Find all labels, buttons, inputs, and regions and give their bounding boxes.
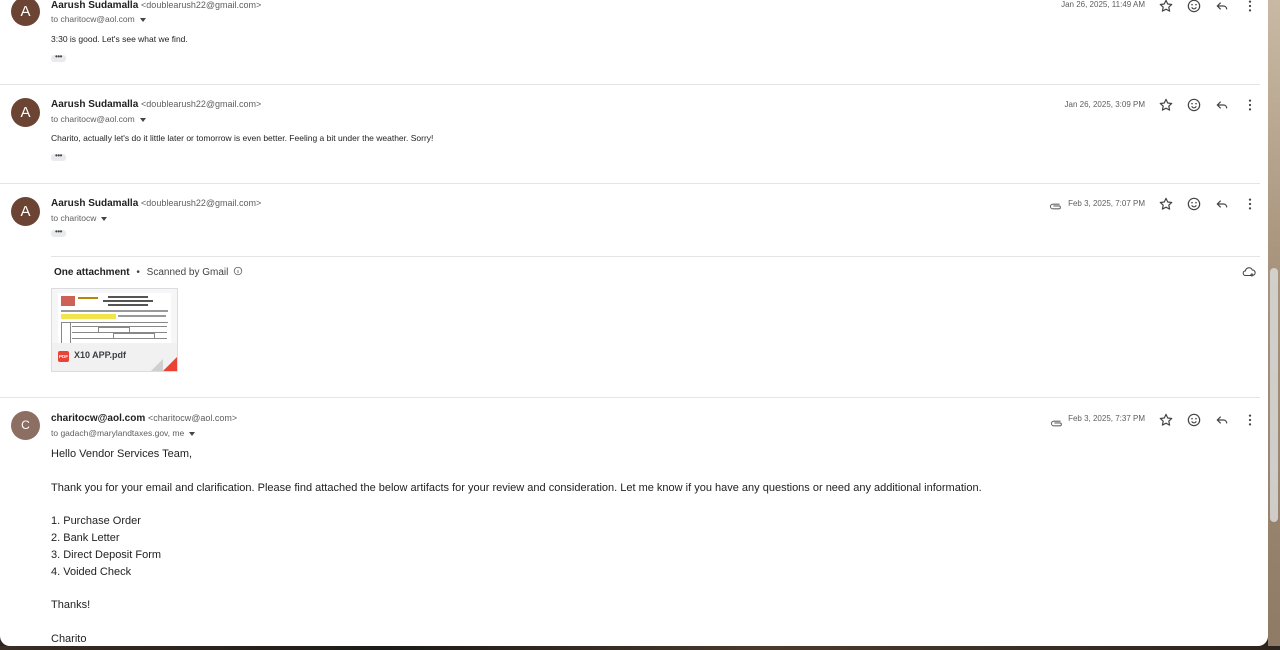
recipients-text: to gadach@marylandtaxes.gov, me	[51, 428, 185, 438]
sender-line: Aarush Sudamalla <doublearush22@gmail.co…	[51, 198, 261, 209]
sender-email: <doublearush22@gmail.com>	[141, 0, 262, 10]
message-4[interactable]: C charitocw@aol.com <charitocw@aol.com> …	[0, 398, 1268, 646]
sender-avatar[interactable]: A	[11, 197, 40, 226]
pdf-corner-fold	[163, 357, 177, 371]
emoji-icon[interactable]	[1186, 97, 1202, 113]
body-line: 1. Purchase Order	[51, 515, 141, 527]
body-line: 3. Direct Deposit Form	[51, 549, 162, 561]
message-1[interactable]: A Aarush Sudamalla <doublearush22@gmail.…	[0, 0, 1268, 84]
sender-name[interactable]: Aarush Sudamalla	[51, 0, 138, 11]
pdf-icon: PDF	[58, 351, 69, 362]
add-to-drive-icon[interactable]	[1242, 265, 1256, 284]
paperclip-icon	[1049, 198, 1063, 216]
recipient-details-icon[interactable]	[139, 17, 146, 22]
attachment-divider	[51, 256, 1260, 257]
more-vert-icon[interactable]	[1242, 0, 1258, 14]
email-thread-pane: A Aarush Sudamalla <doublearush22@gmail.…	[0, 0, 1268, 646]
recipient-details-icon[interactable]	[101, 216, 108, 221]
sender-avatar[interactable]: A	[11, 0, 40, 26]
body-line: Hello Vendor Services Team,	[51, 448, 193, 460]
paperclip-icon	[1050, 415, 1064, 433]
recipients-line[interactable]: to charitocw	[51, 213, 108, 223]
sender-name[interactable]: Aarush Sudamalla	[51, 198, 138, 209]
attachment-card[interactable]: PDF X10 APP.pdf	[51, 288, 178, 372]
attachment-footer: PDF X10 APP.pdf	[52, 343, 177, 371]
body-line: Thanks!	[51, 599, 91, 611]
recipient-details-icon[interactable]	[139, 117, 146, 122]
reply-icon[interactable]	[1214, 196, 1230, 212]
more-vert-icon[interactable]	[1242, 97, 1258, 113]
body-line: Thank you for your email and clarificati…	[51, 482, 982, 494]
recipients-line[interactable]: to charitocw@aol.com	[51, 114, 146, 124]
more-vert-icon[interactable]	[1242, 412, 1258, 428]
message-body: 3:30 is good. Let's see what we find.	[51, 34, 188, 44]
separator-dot: •	[136, 267, 140, 279]
emoji-icon[interactable]	[1186, 0, 1202, 14]
message-body: Charito, actually let's do it little lat…	[51, 133, 434, 143]
star-icon[interactable]	[1158, 97, 1174, 113]
attachment-header: One attachment • Scanned by Gmail	[54, 266, 243, 279]
info-icon[interactable]	[233, 266, 243, 279]
emoji-icon[interactable]	[1186, 196, 1202, 212]
star-icon[interactable]	[1158, 196, 1174, 212]
sender-email: <doublearush22@gmail.com>	[141, 99, 262, 109]
message-3[interactable]: A Aarush Sudamalla <doublearush22@gmail.…	[0, 184, 1268, 397]
message-2[interactable]: A Aarush Sudamalla <doublearush22@gmail.…	[0, 85, 1268, 183]
reply-icon[interactable]	[1214, 412, 1230, 428]
scrollbar-thumb[interactable]	[1270, 268, 1278, 522]
sender-email: <charitocw@aol.com>	[148, 413, 238, 423]
recipients-text: to charitocw@aol.com	[51, 14, 135, 24]
sender-line: Aarush Sudamalla <doublearush22@gmail.co…	[51, 0, 261, 11]
body-line: Charito	[51, 633, 87, 645]
sender-email: <doublearush22@gmail.com>	[141, 198, 262, 208]
show-trimmed-content-button[interactable]: •••	[51, 53, 66, 62]
body-line: 2. Bank Letter	[51, 532, 120, 544]
desktop-background	[0, 646, 1280, 650]
recipients-text: to charitocw@aol.com	[51, 114, 135, 124]
page-curl	[151, 359, 163, 371]
sender-name[interactable]: Aarush Sudamalla	[51, 99, 138, 110]
recipients-text: to charitocw	[51, 213, 97, 223]
scanned-label: Scanned by Gmail	[146, 267, 229, 279]
emoji-icon[interactable]	[1186, 412, 1202, 428]
message-date[interactable]: Feb 3, 2025, 7:07 PM	[1068, 199, 1145, 208]
more-vert-icon[interactable]	[1242, 196, 1258, 212]
sender-avatar[interactable]: A	[11, 98, 40, 127]
recipient-details-icon[interactable]	[189, 431, 196, 436]
message-date[interactable]: Jan 26, 2025, 11:49 AM	[1061, 0, 1145, 9]
show-trimmed-content-button[interactable]: •••	[51, 152, 66, 161]
recipients-line[interactable]: to gadach@marylandtaxes.gov, me	[51, 428, 196, 438]
sender-name[interactable]: charitocw@aol.com	[51, 413, 145, 424]
sender-avatar[interactable]: C	[11, 411, 40, 440]
attachment-name: X10 APP.pdf	[74, 350, 127, 360]
show-trimmed-content-button[interactable]: •••	[51, 228, 66, 237]
message-date[interactable]: Feb 3, 2025, 7:37 PM	[1068, 414, 1145, 423]
message-date[interactable]: Jan 26, 2025, 3:09 PM	[1065, 100, 1146, 109]
star-icon[interactable]	[1158, 412, 1174, 428]
recipients-line[interactable]: to charitocw@aol.com	[51, 14, 146, 24]
logo-thumbnail	[61, 296, 75, 306]
reply-icon[interactable]	[1214, 0, 1230, 14]
sender-line: charitocw@aol.com <charitocw@aol.com>	[51, 413, 237, 424]
body-line: 4. Voided Check	[51, 566, 132, 578]
star-icon[interactable]	[1158, 0, 1174, 14]
reply-icon[interactable]	[1214, 97, 1230, 113]
attachment-count: One attachment	[54, 267, 130, 279]
sender-line: Aarush Sudamalla <doublearush22@gmail.co…	[51, 99, 261, 110]
